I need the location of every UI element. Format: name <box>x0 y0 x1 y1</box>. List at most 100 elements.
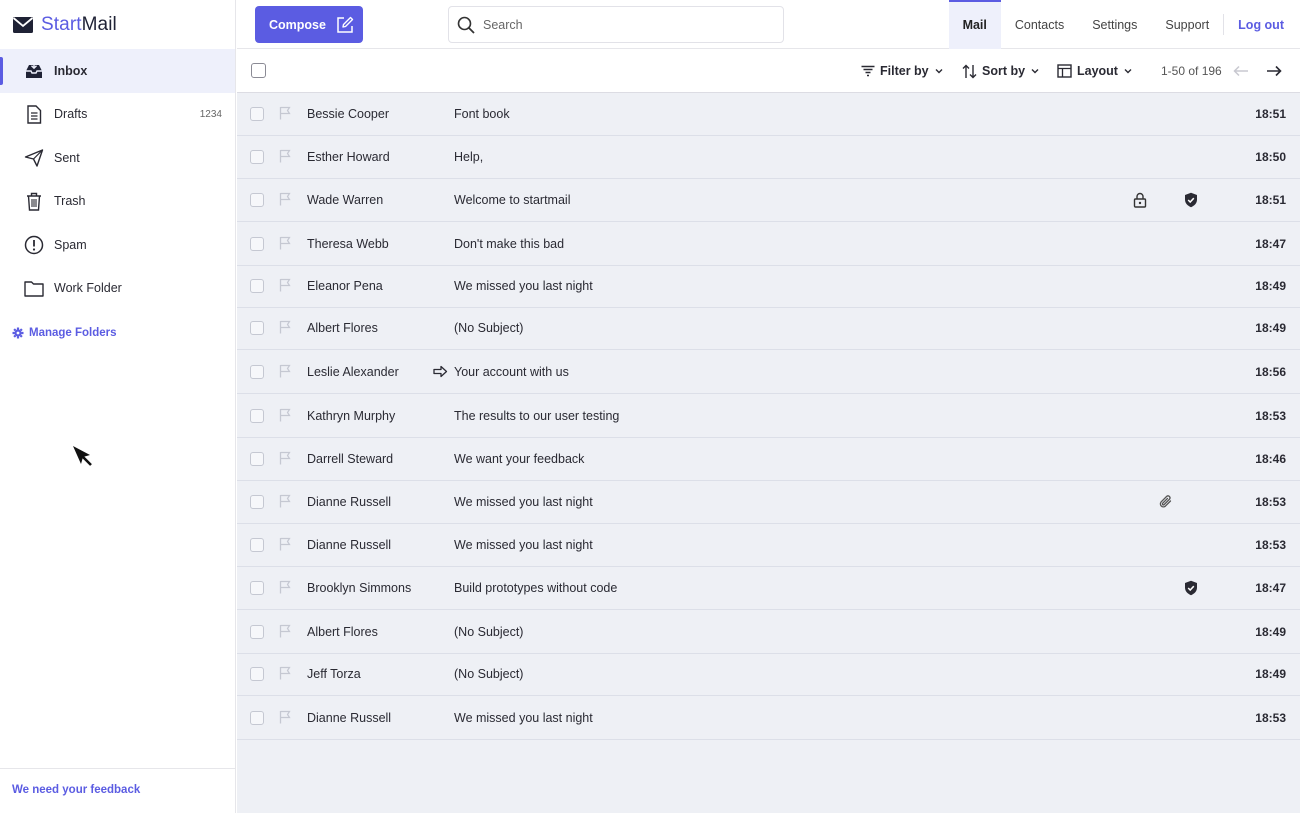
search-box[interactable]: Search <box>448 6 784 43</box>
row-checkbox[interactable] <box>250 365 264 379</box>
email-sender: Dianne Russell <box>307 538 392 552</box>
folder-icon <box>24 278 44 298</box>
flag-icon[interactable] <box>279 149 291 163</box>
startmail-logo[interactable]: StartMail <box>12 14 117 36</box>
alert-circle-icon <box>24 235 44 255</box>
row-checkbox[interactable] <box>250 193 264 207</box>
layout-dropdown[interactable]: Layout <box>1057 49 1133 93</box>
email-time: 18:49 <box>1255 625 1286 639</box>
manage-folders-link[interactable]: Manage Folders <box>12 327 117 339</box>
row-checkbox[interactable] <box>250 237 264 251</box>
email-sender: Bessie Cooper <box>307 107 389 121</box>
email-row[interactable]: Bessie Cooper Font book 18:51 <box>237 93 1300 136</box>
email-row[interactable]: Eleanor Pena We missed you last night 18:4… <box>237 265 1300 308</box>
email-subject: We missed you last night <box>454 711 593 725</box>
flag-icon[interactable] <box>279 666 291 680</box>
sidebar-item-drafts[interactable]: Drafts 1234 <box>0 93 235 137</box>
sort-arrows-icon <box>962 64 977 79</box>
flag-icon[interactable] <box>279 320 291 334</box>
arrow-right-icon <box>1266 65 1282 77</box>
email-row[interactable]: Wade Warren Welcome to startmail 18:51 <box>237 179 1300 222</box>
email-row[interactable]: Dianne Russell We missed you last night 18… <box>237 524 1300 567</box>
select-all-checkbox[interactable] <box>251 63 266 78</box>
drafts-count: 1234 <box>199 108 222 120</box>
next-page-button[interactable] <box>1264 61 1284 81</box>
tab-support[interactable]: Support <box>1151 0 1223 49</box>
email-subject: We want your feedback <box>454 452 585 466</box>
email-row[interactable]: Jeff Torza (No Subject) 18:49 <box>237 653 1300 696</box>
email-row[interactable]: Brooklyn Simmons Build prototypes without… <box>237 567 1300 610</box>
filter-label: Filter by <box>880 64 929 78</box>
email-row[interactable]: Dianne Russell We missed you last night 18… <box>237 697 1300 740</box>
row-checkbox[interactable] <box>250 321 264 335</box>
email-row[interactable]: Esther Howard Help, 18:50 <box>237 136 1300 179</box>
inbox-icon <box>24 61 44 81</box>
shield-check-icon <box>1184 192 1198 208</box>
flag-icon[interactable] <box>279 236 291 250</box>
row-checkbox[interactable] <box>250 279 264 293</box>
lock-icon <box>1133 192 1147 208</box>
tab-contacts[interactable]: Contacts <box>1001 0 1078 49</box>
row-checkbox[interactable] <box>250 667 264 681</box>
email-row[interactable]: Darrell Steward We want your feedback 18:4… <box>237 438 1300 481</box>
flag-icon[interactable] <box>279 451 291 465</box>
row-checkbox[interactable] <box>250 452 264 466</box>
row-checkbox[interactable] <box>250 107 264 121</box>
flag-icon[interactable] <box>279 408 291 422</box>
flag-icon[interactable] <box>279 364 291 378</box>
tab-settings[interactable]: Settings <box>1078 0 1151 49</box>
row-checkbox[interactable] <box>250 581 264 595</box>
list-toolbar: Filter by Sort by Layout 1-50 of 196 <box>237 49 1300 93</box>
flag-icon[interactable] <box>279 624 291 638</box>
tab-mail[interactable]: Mail <box>948 0 1002 49</box>
row-checkbox[interactable] <box>250 150 264 164</box>
flag-icon[interactable] <box>279 192 291 206</box>
email-row[interactable]: Kathryn Murphy The results to our user te… <box>237 395 1300 438</box>
sidebar-item-work-folder[interactable]: Work Folder <box>0 267 235 311</box>
email-subject: (No Subject) <box>454 625 524 639</box>
email-sender: Wade Warren <box>307 193 384 207</box>
row-checkbox[interactable] <box>250 409 264 423</box>
flag-icon[interactable] <box>279 537 291 551</box>
compose-button[interactable]: Compose <box>255 6 363 43</box>
paper-plane-icon <box>24 148 44 168</box>
flag-icon[interactable] <box>279 278 291 292</box>
feedback-link[interactable]: We need your feedback <box>12 784 140 796</box>
row-checkbox[interactable] <box>250 495 264 509</box>
flag-icon[interactable] <box>279 580 291 594</box>
email-subject: Font book <box>454 107 510 121</box>
email-row[interactable]: Dianne Russell We missed you last night 18… <box>237 481 1300 524</box>
row-checkbox[interactable] <box>250 625 264 639</box>
email-time: 18:53 <box>1255 538 1286 552</box>
row-checkbox[interactable] <box>250 538 264 552</box>
filter-dropdown[interactable]: Filter by <box>861 49 944 93</box>
email-time: 18:47 <box>1255 237 1286 251</box>
email-time: 18:53 <box>1255 495 1286 509</box>
mouse-pointer-icon <box>71 444 93 466</box>
prev-page-button[interactable] <box>1231 61 1251 81</box>
email-row[interactable]: Leslie Alexander Your account with us 18:5… <box>237 351 1300 394</box>
sidebar-item-inbox[interactable]: Inbox <box>0 49 235 93</box>
sidebar-item-label: Drafts <box>54 107 88 122</box>
sort-dropdown[interactable]: Sort by <box>962 49 1040 93</box>
row-checkbox[interactable] <box>250 711 264 725</box>
email-sender: Eleanor Pena <box>307 279 383 293</box>
sidebar-item-sent[interactable]: Sent <box>0 136 235 180</box>
chevron-down-icon <box>1030 66 1040 76</box>
flag-icon[interactable] <box>279 710 291 724</box>
divider <box>0 768 235 769</box>
flag-icon[interactable] <box>279 494 291 508</box>
email-sender: Dianne Russell <box>307 495 392 509</box>
email-subject: The results to our user testing <box>454 409 620 423</box>
logout-link[interactable]: Log out <box>1224 0 1300 49</box>
email-row[interactable]: Theresa Webb Don't make this bad 18:47 <box>237 223 1300 266</box>
email-row[interactable]: Albert Flores (No Subject) 18:49 <box>237 307 1300 350</box>
sidebar-item-spam[interactable]: Spam <box>0 223 235 267</box>
email-time: 18:49 <box>1255 321 1286 335</box>
email-sender: Kathryn Murphy <box>307 409 396 423</box>
email-row[interactable]: Albert Flores (No Subject) 18:49 <box>237 611 1300 654</box>
trash-icon <box>24 191 44 211</box>
flag-icon[interactable] <box>279 106 291 120</box>
sidebar-item-trash[interactable]: Trash <box>0 180 235 224</box>
email-time: 18:47 <box>1255 581 1286 595</box>
